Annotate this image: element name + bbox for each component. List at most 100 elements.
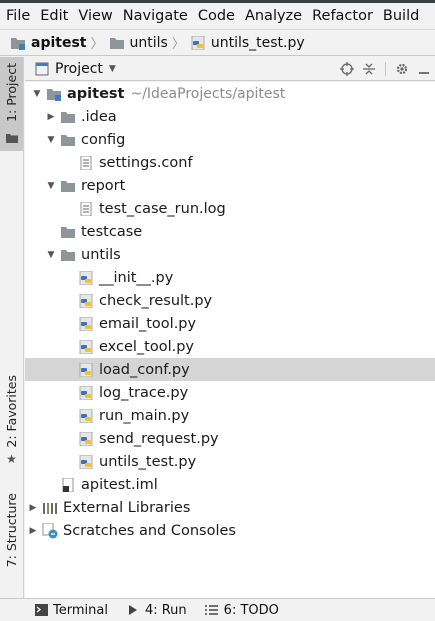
- tree-item-file-selected[interactable]: load_conf.py: [25, 358, 435, 381]
- tree-item-label: .idea: [81, 108, 117, 125]
- gear-icon[interactable]: [391, 58, 413, 80]
- breadcrumb-item-untils-test[interactable]: untils_test.py: [189, 35, 305, 51]
- breadcrumb-separator: 〉: [171, 37, 185, 52]
- tab-terminal[interactable]: Terminal: [34, 602, 108, 618]
- libraries-icon: [41, 500, 59, 516]
- todo-icon: [205, 602, 219, 618]
- python-file-icon: [189, 35, 207, 51]
- tree-item-label: email_tool.py: [99, 315, 197, 332]
- chevron-down-icon[interactable]: ▼: [45, 174, 57, 197]
- tree-item-file[interactable]: send_request.py: [25, 427, 435, 450]
- tree-item-root[interactable]: ▼ apitest ~/IdeaProjects/apitest: [25, 82, 435, 105]
- project-view-label: Project: [55, 60, 103, 77]
- chevron-right-icon[interactable]: ▶: [45, 105, 57, 128]
- tree-item-file[interactable]: apitest.iml: [25, 473, 435, 496]
- python-file-icon: [77, 454, 95, 470]
- breadcrumb-item-apitest[interactable]: apitest: [9, 35, 86, 51]
- python-file-icon: [77, 431, 95, 447]
- chevron-right-icon[interactable]: ▶: [27, 519, 39, 542]
- module-folder-icon: [45, 86, 63, 102]
- menu-code[interactable]: Code: [193, 8, 240, 24]
- hide-icon[interactable]: [413, 58, 435, 80]
- scratches-icon: [41, 522, 59, 539]
- tab-run[interactable]: 4: Run: [126, 602, 187, 618]
- python-file-icon: [77, 408, 95, 424]
- tree-item-scratches[interactable]: ▶ Scratches and Consoles: [25, 519, 435, 542]
- folder-icon: [59, 109, 77, 125]
- tab-project[interactable]: 1: Project: [0, 57, 23, 151]
- tree-item-file[interactable]: untils_test.py: [25, 450, 435, 473]
- locate-icon[interactable]: [336, 58, 358, 80]
- menu-build[interactable]: Build: [378, 8, 424, 24]
- chevron-down-icon[interactable]: ▼: [31, 82, 43, 105]
- project-panel-tools: [336, 57, 435, 81]
- project-view-selector[interactable]: Project ▼: [33, 61, 116, 77]
- tab-favorites[interactable]: 2: Favorites ★: [0, 375, 23, 477]
- folder-icon: [59, 132, 77, 148]
- chevron-down-icon: ▼: [108, 63, 116, 74]
- tree-item-folder[interactable]: testcase: [25, 220, 435, 243]
- tab-project-label: 1: Project: [4, 63, 19, 122]
- run-icon: [126, 602, 140, 618]
- tree-item-file[interactable]: run_main.py: [25, 404, 435, 427]
- tab-structure-label: 7: Structure: [4, 493, 19, 568]
- breadcrumb-separator: 〉: [90, 37, 104, 52]
- python-file-icon: [77, 385, 95, 401]
- folder-icon: [5, 128, 18, 147]
- tree-item-label: untils: [81, 246, 121, 263]
- star-icon: ★: [6, 451, 17, 466]
- tree-item-folder[interactable]: ▶ .idea: [25, 105, 435, 128]
- tree-item-file[interactable]: email_tool.py: [25, 312, 435, 335]
- menu-analyze[interactable]: Analyze: [240, 8, 307, 24]
- tree-item-file[interactable]: log_trace.py: [25, 381, 435, 404]
- tree-item-label: untils_test.py: [99, 453, 197, 470]
- terminal-icon: [34, 602, 48, 618]
- tree-item-label: report: [81, 177, 126, 194]
- chevron-down-icon[interactable]: ▼: [45, 243, 57, 266]
- tree-item-folder[interactable]: ▼ config: [25, 128, 435, 151]
- tree-item-label: log_trace.py: [99, 384, 189, 401]
- tab-todo-label: 6: TODO: [223, 602, 279, 618]
- menu-refactor[interactable]: Refactor: [307, 8, 378, 24]
- folder-icon: [59, 224, 77, 240]
- python-file-icon: [77, 270, 95, 286]
- tree-item-label: apitest: [67, 85, 125, 102]
- tree-item-label: __init__.py: [99, 269, 174, 286]
- tree-item-file[interactable]: __init__.py: [25, 266, 435, 289]
- left-tool-stripe: 1: Project 2: Favorites ★ 7: Structure: [0, 57, 24, 598]
- tab-structure[interactable]: 7: Structure: [0, 493, 23, 593]
- tree-item-folder[interactable]: ▼ untils: [25, 243, 435, 266]
- menu-view[interactable]: View: [73, 8, 117, 24]
- chevron-down-icon[interactable]: ▼: [45, 128, 57, 151]
- tree-item-label: External Libraries: [63, 499, 191, 516]
- collapse-all-icon[interactable]: [358, 58, 380, 80]
- iml-file-icon: [59, 477, 77, 493]
- tree-item-file[interactable]: check_result.py: [25, 289, 435, 312]
- folder-icon: [59, 247, 77, 263]
- breadcrumb-label: untils_test.py: [210, 34, 305, 51]
- tree-item-file[interactable]: excel_tool.py: [25, 335, 435, 358]
- project-panel-header: Project ▼: [25, 57, 435, 81]
- chevron-right-icon[interactable]: ▶: [27, 496, 39, 519]
- tab-todo[interactable]: 6: TODO: [205, 602, 279, 618]
- text-file-icon: [77, 155, 95, 171]
- menu-navigate[interactable]: Navigate: [118, 8, 193, 24]
- breadcrumb: apitest 〉 untils 〉 untils_test.py: [0, 29, 435, 56]
- python-file-icon: [77, 293, 95, 309]
- tree-item-file[interactable]: settings.conf: [25, 151, 435, 174]
- menu-edit[interactable]: Edit: [35, 8, 73, 24]
- breadcrumb-label: apitest: [31, 34, 87, 51]
- tab-favorites-label: 2: Favorites: [4, 375, 19, 448]
- python-file-icon: [77, 339, 95, 355]
- toolbar-divider: [385, 62, 386, 76]
- tree-item-label: run_main.py: [99, 407, 190, 424]
- breadcrumb-item-untils[interactable]: untils: [108, 35, 168, 51]
- tree-item-file[interactable]: test_case_run.log: [25, 197, 435, 220]
- tree-item-external-libraries[interactable]: ▶ External Libraries: [25, 496, 435, 519]
- breadcrumb-label: untils: [129, 34, 168, 51]
- tree-item-folder[interactable]: ▼ report: [25, 174, 435, 197]
- folder-icon: [108, 35, 126, 51]
- tree-item-label: test_case_run.log: [99, 200, 226, 217]
- menu-file[interactable]: File: [0, 8, 35, 24]
- tab-run-label: 4: Run: [144, 602, 187, 618]
